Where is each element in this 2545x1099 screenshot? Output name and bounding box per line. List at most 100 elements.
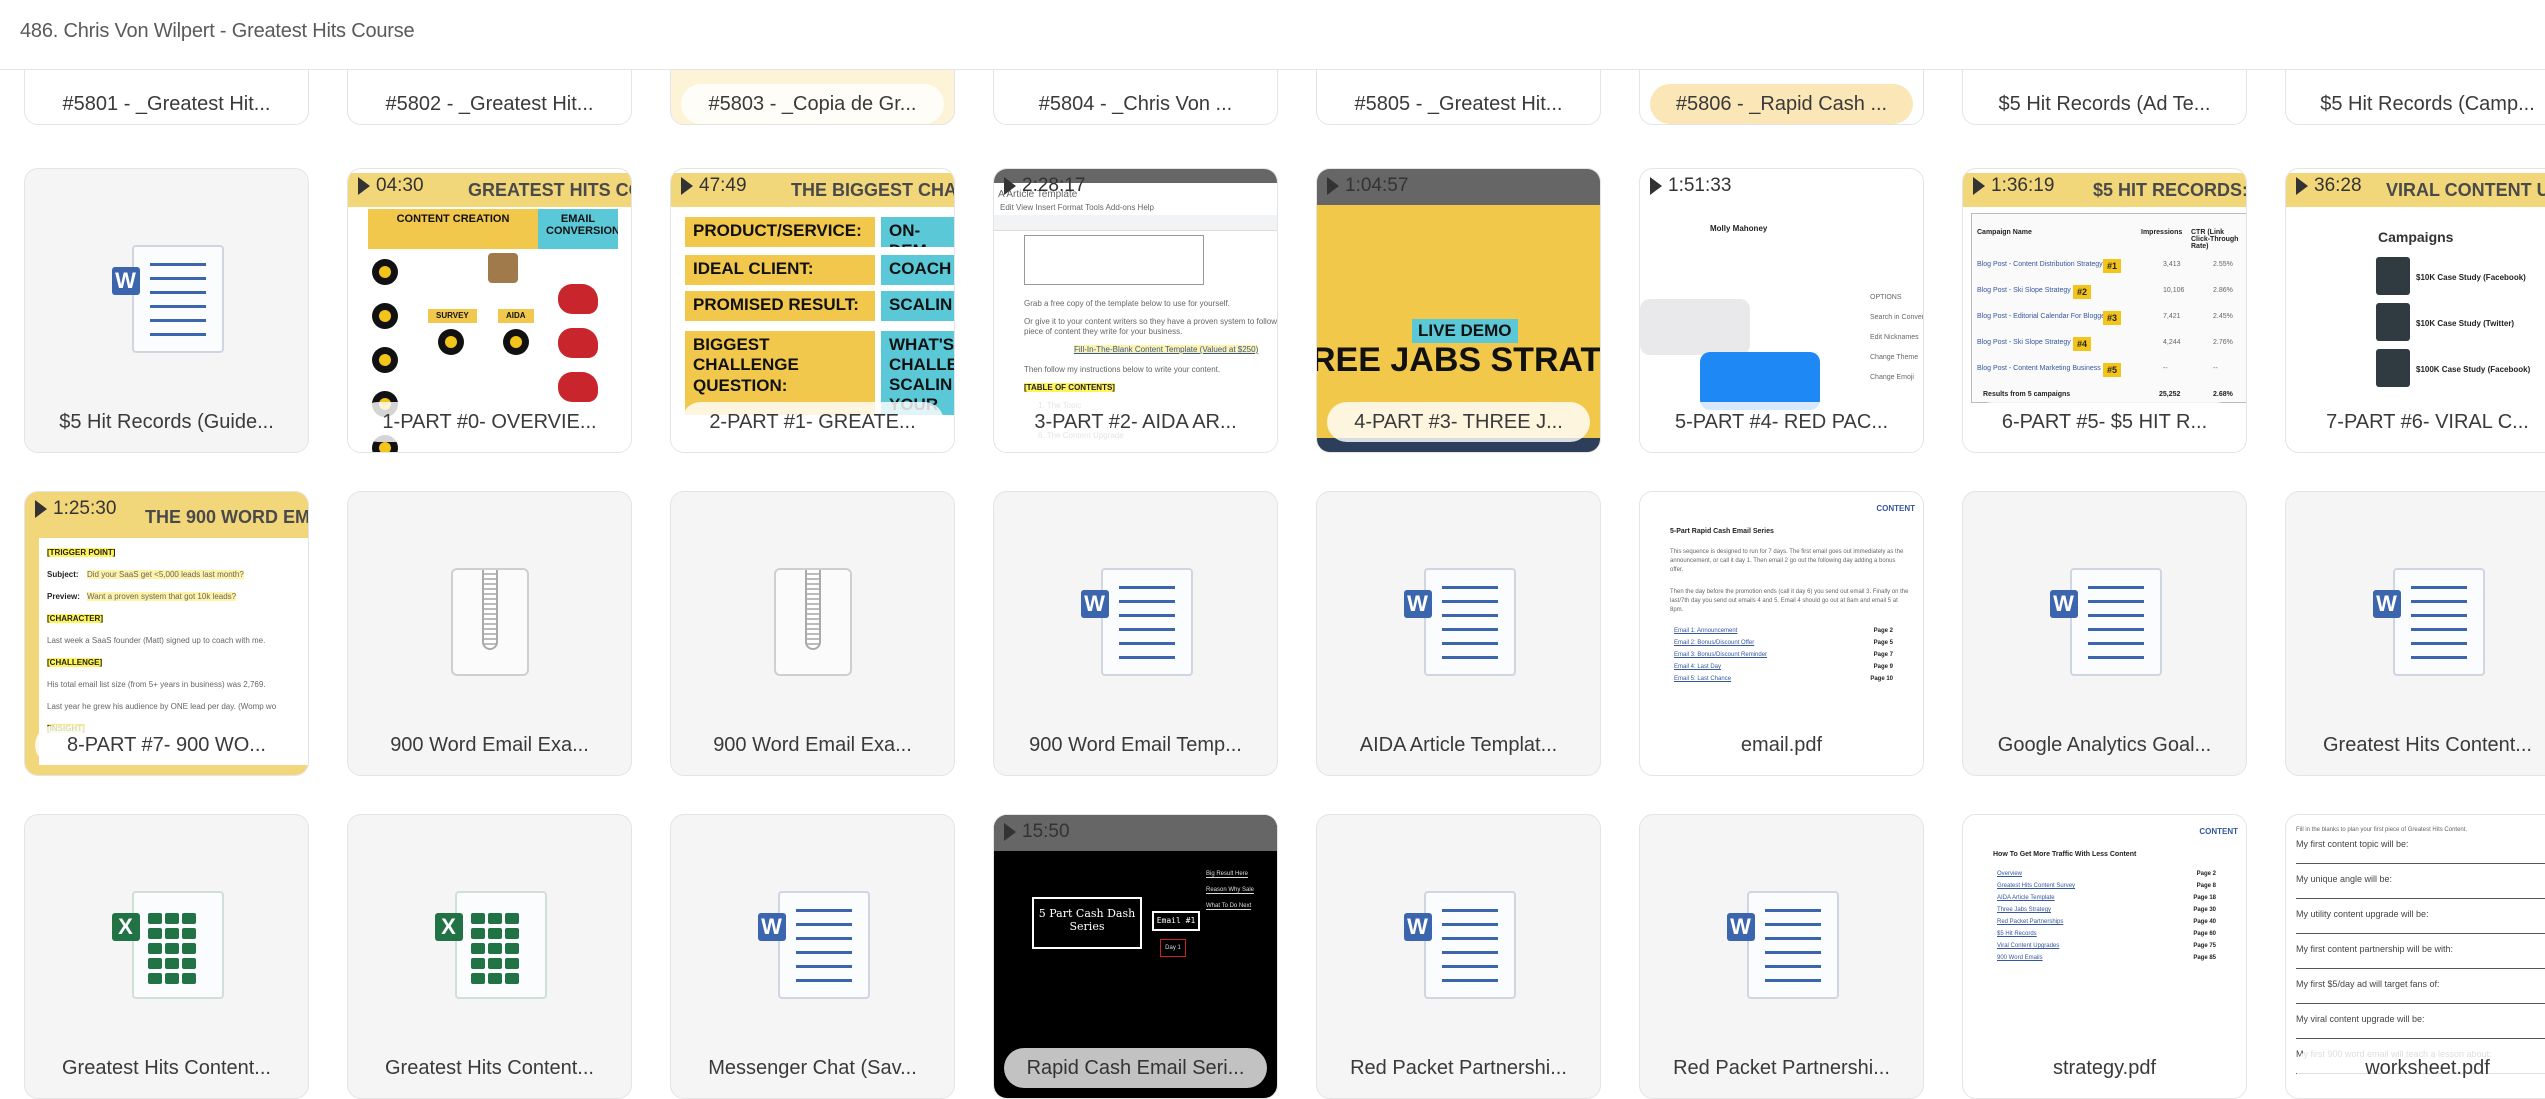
grid-cell — [504, 913, 519, 924]
toc-page: Page 85 — [2193, 955, 2216, 961]
file-name[interactable]: Greatest Hits Content... — [35, 1048, 298, 1088]
file-card[interactable]: THE BIGGEST CHALLENGE QUPRODUCT/SERVICE:… — [670, 168, 955, 453]
file-name[interactable]: $5 Hit Records (Guide... — [35, 402, 298, 442]
toc-link[interactable]: Red Packet Partnerships — [1997, 919, 2063, 925]
toc-link[interactable]: AIDA Article Template — [1997, 895, 2055, 901]
word-badge: W — [2049, 590, 2078, 618]
file-card[interactable]: W $5 Hit Records (Guide... — [24, 168, 309, 453]
file-name[interactable]: 4-PART #3- THREE J... — [1327, 402, 1590, 442]
boxing-glove-icon — [558, 372, 598, 402]
thumbnail-col-1: CONTENT CREATION — [368, 209, 538, 249]
file-name[interactable]: $5 Hit Records (Ad Te... — [1973, 84, 2236, 124]
file-name[interactable]: 6-PART #5- $5 HIT R... — [1973, 402, 2236, 442]
video-duration: 36:28 — [2296, 175, 2362, 197]
campaigns-heading: Campaigns — [2378, 229, 2454, 245]
table-header: Campaign Name — [1977, 229, 2032, 236]
file-name[interactable]: Messenger Chat (Sav... — [681, 1048, 944, 1088]
campaign-name: Blog Post - Content Marketing Business — [1977, 365, 2101, 372]
file-card[interactable]: CONTENT 5-Part Rapid Cash Email Series Thi… — [1639, 491, 1924, 776]
text-line — [149, 305, 206, 308]
file-card[interactable]: W 900 Word Email Temp... — [993, 491, 1278, 776]
worksheet-prompt: My first $5/day ad will target fans of: — [2296, 979, 2440, 989]
file-card[interactable]: VIRAL CONTENT UP Campaigns $10K Case Study… — [2285, 168, 2545, 453]
file-name[interactable]: 5-PART #4- RED PAC... — [1650, 402, 1913, 442]
file-card[interactable]: W Red Packet Partnershi... — [1639, 814, 1924, 1099]
file-card[interactable]: GREATEST HITS CONCONTENT CREATIONEMAIL C… — [347, 168, 632, 453]
toc-page: Page 75 — [2193, 943, 2216, 949]
text-line — [149, 333, 206, 336]
file-card[interactable]: X Greatest Hits Content... — [24, 814, 309, 1099]
word-file-icon: W — [757, 891, 870, 1001]
file-card[interactable]: LIVE DEMO REE JABS STRATE 1:04:57 4-PART #3… — [1316, 168, 1601, 453]
file-card[interactable]: A Article Template Edit View Insert Forma… — [993, 168, 1278, 453]
document-page — [131, 245, 224, 353]
file-name[interactable]: 2-PART #1- GREATE... — [681, 402, 944, 442]
toc-link[interactable]: 900 Word Emails — [1997, 955, 2043, 961]
file-name[interactable]: #5805 - _Greatest Hit... — [1327, 84, 1590, 124]
worksheet-prompt: My utility content upgrade will be: — [2296, 909, 2429, 919]
file-card[interactable]: X Greatest Hits Content... — [347, 814, 632, 1099]
file-name[interactable]: Red Packet Partnershi... — [1327, 1048, 1590, 1088]
text-line — [1118, 614, 1175, 617]
file-card[interactable]: W Google Analytics Goal... — [1962, 491, 2247, 776]
text-line — [1441, 586, 1498, 589]
brand-logo: CONTENT — [1876, 504, 1915, 513]
file-name[interactable]: #5804 - _Chris Von ... — [1004, 84, 1267, 124]
file-name[interactable]: #5803 - _Copia de Gr... — [681, 84, 944, 124]
file-name[interactable]: Greatest Hits Content... — [358, 1048, 621, 1088]
file-name[interactable]: Greatest Hits Content... — [2296, 725, 2545, 765]
excel-file-icon: X — [111, 891, 224, 1001]
email-preview-box — [1024, 235, 1204, 285]
file-name[interactable]: 1-PART #0- OVERVIE... — [358, 402, 621, 442]
doc-toolbar — [994, 215, 1277, 231]
file-card[interactable]: 900 Word Email Exa... — [347, 491, 632, 776]
file-name[interactable]: 900 Word Email Temp... — [1004, 725, 1267, 765]
toc-link[interactable]: Email 1: Announcement — [1674, 628, 1737, 634]
rank-badge: #5 — [2103, 363, 2122, 377]
file-card[interactable]: 900 Word Email Exa... — [670, 491, 955, 776]
file-card[interactable]: 5 Part Cash Dash Series Email #1 Day 1 Big … — [993, 814, 1278, 1099]
excel-badge: X — [434, 913, 463, 941]
file-card[interactable]: W Messenger Chat (Sav... — [670, 814, 955, 1099]
file-name[interactable]: 3-PART #2- AIDA AR... — [1004, 402, 1267, 442]
file-name[interactable]: 900 Word Email Exa... — [358, 725, 621, 765]
grid-cell — [181, 973, 196, 984]
file-name[interactable]: email.pdf — [1650, 725, 1913, 765]
toc-link[interactable]: Email 4: Last Day — [1674, 664, 1721, 670]
file-name[interactable]: #5806 - _Rapid Cash ... — [1650, 84, 1913, 124]
file-name[interactable]: strategy.pdf — [1973, 1048, 2236, 1088]
file-card[interactable]: Molly Mahoney OPTIONS Search in Conversati… — [1639, 168, 1924, 453]
word-badge: W — [1403, 913, 1432, 941]
file-name[interactable]: #5801 - _Greatest Hit... — [35, 84, 298, 124]
play-icon — [1327, 177, 1339, 195]
file-name[interactable]: $5 Hit Records (Camp... — [2296, 84, 2545, 124]
file-name[interactable]: AIDA Article Templat... — [1327, 725, 1590, 765]
toc-link[interactable]: Overview — [1997, 871, 2022, 877]
file-card[interactable]: THE 900 WORD EMAI[TRIGGER POINT]Subject:… — [24, 491, 309, 776]
file-name[interactable]: #5802 - _Greatest Hit... — [358, 84, 621, 124]
file-card[interactable]: W Greatest Hits Content... — [2285, 491, 2545, 776]
duration-text: 15:50 — [1022, 821, 1070, 842]
toc-link[interactable]: Viral Content Upgrades — [1997, 943, 2059, 949]
text-line — [1118, 628, 1175, 631]
file-name[interactable]: worksheet.pdf — [2296, 1048, 2545, 1088]
results-summary: Results from 5 campaigns — [1983, 391, 2071, 398]
file-card[interactable]: CONTENT How To Get More Traffic With Less… — [1962, 814, 2247, 1099]
file-name[interactable]: Red Packet Partnershi... — [1650, 1048, 1913, 1088]
text-line — [1118, 642, 1175, 645]
file-card[interactable]: W Red Packet Partnershi... — [1316, 814, 1601, 1099]
file-name[interactable]: Rapid Cash Email Seri... — [1004, 1048, 1267, 1088]
toc-link[interactable]: Greatest Hits Content Survey — [1997, 883, 2075, 889]
file-name[interactable]: 8-PART #7- 900 WO... — [35, 725, 298, 765]
file-name[interactable]: 7-PART #6- VIRAL C... — [2296, 402, 2545, 442]
toc-link[interactable]: Three Jabs Strategy — [1997, 907, 2051, 913]
file-card[interactable]: W AIDA Article Templat... — [1316, 491, 1601, 776]
file-card[interactable]: Fill in the blanks to plan your first pi… — [2285, 814, 2545, 1099]
toc-link[interactable]: Email 2: Bonus/Discount Offer — [1674, 640, 1754, 646]
toc-link[interactable]: $5 Hit Records — [1997, 931, 2037, 937]
toc-link[interactable]: Email 5: Last Chance — [1674, 676, 1731, 682]
file-card[interactable]: $5 HIT RECORDS: CCampaign NameImpression… — [1962, 168, 2247, 453]
file-name[interactable]: 900 Word Email Exa... — [681, 725, 944, 765]
toc-link[interactable]: Email 3: Bonus/Discount Reminder — [1674, 652, 1767, 658]
file-name[interactable]: Google Analytics Goal... — [1973, 725, 2236, 765]
